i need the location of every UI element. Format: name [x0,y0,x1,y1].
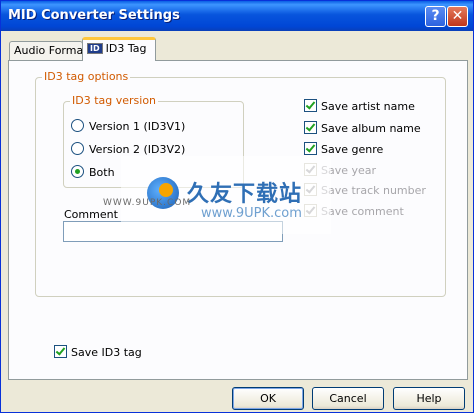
checkbox-save-genre[interactable]: Save genre [304,142,383,156]
radio-version-1-label: Version 1 (ID3V1) [89,120,186,133]
watermark-text: 久友下载站 [187,182,303,207]
comment-label: Comment [64,208,118,221]
watermark-small-url: WWW.9UPK.COM [103,198,192,208]
checkbox-save-artist-name-label: Save artist name [321,100,415,113]
checkbox-icon [304,99,317,112]
checkbox-save-album-name[interactable]: Save album name [304,121,421,135]
checkbox-save-artist-name[interactable]: Save artist name [304,99,415,113]
help-button[interactable]: Help [393,387,465,410]
radio-version-1[interactable]: Version 1 (ID3V1) [71,119,185,133]
watermark-url: www.9UPK.com [201,206,302,221]
watermark-overlay: 久友下载站 WWW.9UPK.COM www.9UPK.com [103,156,331,234]
checkbox-icon [304,121,317,134]
id3-version-group-label: ID3 tag version [70,94,159,107]
tab-audio-format[interactable]: Audio Format [9,41,88,60]
radio-icon [71,119,84,132]
radio-version-2[interactable]: Version 2 (ID3V2) [71,142,185,156]
checkbox-save-album-name-label: Save album name [321,122,421,135]
ok-button[interactable]: OK [232,387,304,410]
checkbox-save-comment-label: Save comment [321,205,404,218]
radio-both[interactable]: Both [71,165,115,179]
checkbox-save-track-number-label: Save track number [321,184,426,197]
radio-both-label: Both [89,166,115,179]
id3-icon: ID [87,43,103,54]
cancel-button[interactable]: Cancel [312,387,384,410]
close-icon[interactable]: ✕ [447,6,468,27]
radio-version-2-label: Version 2 (ID3V2) [89,143,186,156]
tab-id3-tag[interactable]: ID ID3 Tag [82,37,156,61]
checkbox-save-id3-tag-label: Save ID3 tag [71,346,142,359]
checkbox-save-genre-label: Save genre [321,143,384,156]
radio-selected-icon [71,165,84,178]
settings-dialog: MID Converter Settings ? ✕ Audio Format … [0,0,474,413]
help-icon[interactable]: ? [425,6,446,27]
checkbox-icon [304,142,317,155]
checkbox-save-id3-tag[interactable]: Save ID3 tag [54,345,142,359]
radio-icon [71,142,84,155]
tab-id3-tag-label: ID3 Tag [105,42,147,55]
title-bar[interactable]: MID Converter Settings ? ✕ [1,1,473,31]
window-title: MID Converter Settings [8,8,180,23]
tab-audio-format-label: Audio Format [14,44,88,57]
id3-options-group-label: ID3 tag options [42,70,131,83]
checkbox-icon [54,345,67,358]
